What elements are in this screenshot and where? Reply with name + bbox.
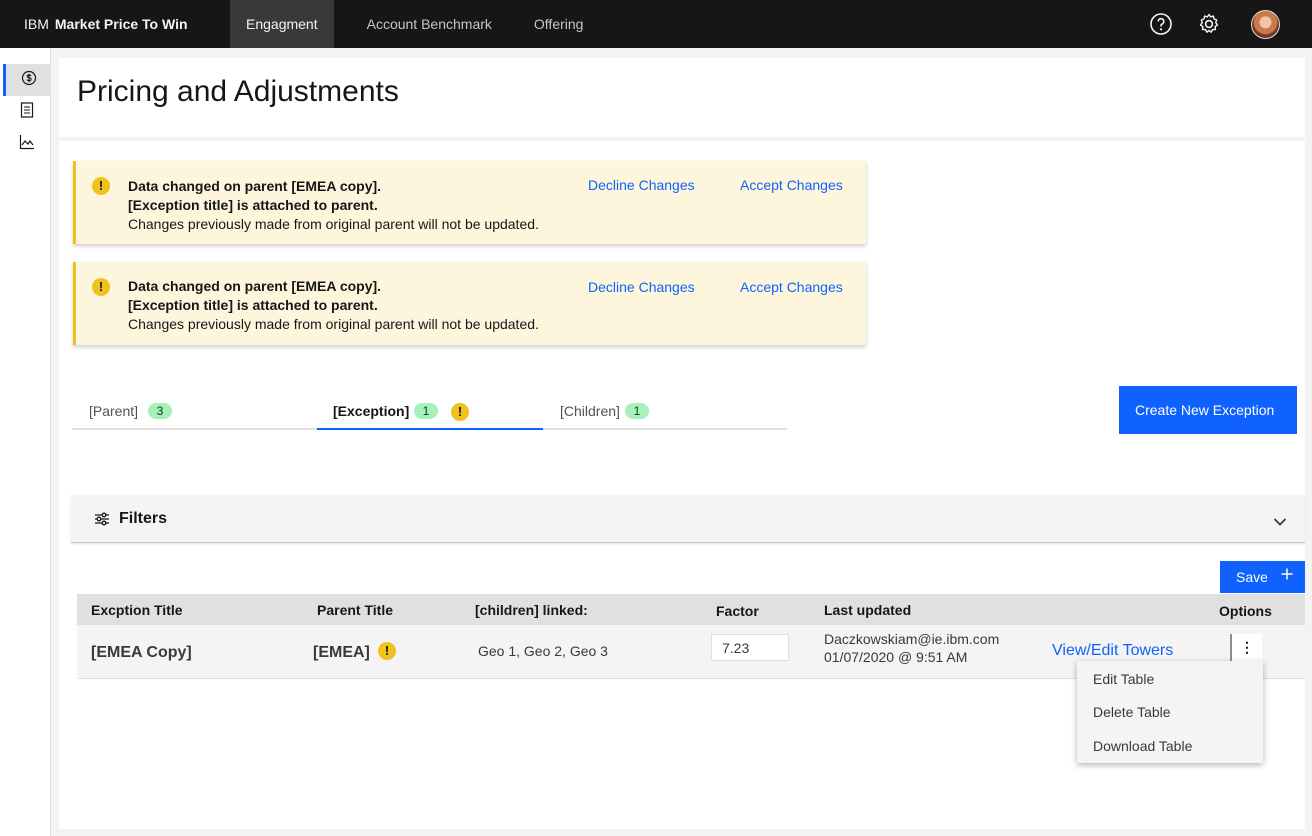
tab-label: [Exception] [333, 403, 410, 419]
nav-engagement[interactable]: Engagment [230, 0, 334, 48]
parent-title-cell: [EMEA] [313, 644, 370, 661]
tab-label: [Children] [560, 403, 620, 419]
brand-prefix: IBM [24, 16, 49, 32]
tab-parent[interactable]: [Parent] 3 [72, 394, 317, 430]
notification-subtitle: [Exception title] is attached to parent. [128, 297, 378, 313]
nav-offering[interactable]: Offering [518, 0, 600, 48]
exception-title-cell: [EMEA Copy] [91, 644, 192, 661]
column-header[interactable]: [children] linked: [475, 602, 588, 618]
save-button[interactable]: Save [1220, 561, 1305, 593]
notification-text: Data changed on parent [EMEA copy]. [Exc… [128, 177, 539, 234]
decline-changes-link[interactable]: Decline Changes [588, 177, 695, 193]
save-button-label: Save [1236, 569, 1268, 585]
warning-icon: ! [378, 642, 396, 660]
warning-notification: ! Data changed on parent [EMEA copy]. [E… [73, 161, 866, 244]
tab-exception[interactable]: [Exception] 1 ! [317, 394, 543, 430]
rail-analytics-button[interactable] [3, 128, 51, 160]
count-tag: 3 [148, 403, 172, 419]
overflow-menu-vertical-icon: ⋮ [1240, 639, 1254, 655]
accept-changes-link[interactable]: Accept Changes [740, 279, 843, 295]
menu-item-edit-table[interactable]: Edit Table [1093, 671, 1154, 687]
menu-item-delete-table[interactable]: Delete Table [1093, 704, 1171, 720]
nav-account-benchmark[interactable]: Account Benchmark [351, 0, 508, 48]
factor-input[interactable] [711, 634, 789, 661]
view-edit-towers-link[interactable]: View/Edit Towers [1052, 642, 1173, 660]
count-tag: 1 [625, 403, 649, 419]
options-dropdown-menu: Edit Table Delete Table Download Table [1077, 661, 1263, 763]
column-header[interactable]: Excption Title [91, 602, 183, 618]
count-tag: 1 [414, 403, 438, 419]
filters-accordion[interactable]: Filters [71, 495, 1305, 543]
app-brand[interactable]: IBM Market Price To Win [24, 0, 188, 48]
page-title: Pricing and Adjustments [77, 75, 399, 108]
notification-title: Data changed on parent [EMEA copy]. [128, 178, 382, 194]
help-icon[interactable] [1149, 12, 1173, 36]
tab-label: [Parent] [89, 403, 139, 419]
currency-icon [21, 70, 37, 91]
document-list-icon [20, 101, 34, 123]
notification-body: Changes previously made from original pa… [128, 316, 539, 332]
last-updated-time: 01/07/2020 @ 9:51 AM [824, 649, 968, 665]
menu-item-download-table[interactable]: Download Table [1093, 738, 1192, 754]
user-avatar[interactable] [1251, 10, 1280, 39]
decline-changes-link[interactable]: Decline Changes [588, 279, 695, 295]
top-nav: Engagment Account Benchmark Offering [230, 0, 599, 48]
warning-icon: ! [451, 403, 469, 421]
side-rail [0, 48, 51, 836]
notification-body: Changes previously made from original pa… [128, 216, 539, 232]
relation-tabs: [Parent] 3 [Exception] 1 ! [Children] 1 [72, 394, 787, 430]
notification-subtitle: [Exception title] is attached to parent. [128, 197, 378, 213]
create-new-exception-button[interactable]: Create New Exception [1119, 386, 1297, 434]
brand-name: Market Price To Win [54, 16, 188, 32]
top-header: IBM Market Price To Win Engagment Account… [0, 0, 1312, 48]
rail-documents-button[interactable] [3, 96, 51, 128]
rail-pricing-button[interactable] [3, 64, 51, 96]
column-header[interactable]: Options [1219, 603, 1272, 619]
filters-title: Filters [119, 510, 168, 527]
last-updated-user: Daczkowskiam@ie.ibm.com [824, 631, 1000, 647]
chevron-down-icon[interactable] [1273, 514, 1287, 532]
notification-text: Data changed on parent [EMEA copy]. [Exc… [128, 277, 539, 334]
warning-icon: ! [92, 278, 110, 296]
column-header[interactable]: Factor [716, 603, 759, 619]
warning-notification: ! Data changed on parent [EMEA copy]. [E… [73, 262, 866, 345]
children-linked-cell: Geo 1, Geo 2, Geo 3 [478, 643, 608, 659]
filter-sliders-icon [93, 510, 111, 533]
overflow-menu-button[interactable]: ⋮ [1230, 634, 1262, 661]
tab-children[interactable]: [Children] 1 [543, 394, 787, 430]
warning-icon: ! [92, 177, 110, 195]
add-icon [1280, 567, 1294, 584]
column-header[interactable]: Parent Title [317, 602, 393, 618]
accept-changes-link[interactable]: Accept Changes [740, 177, 843, 193]
table-header: Excption Title Parent Title [children] l… [77, 594, 1305, 625]
page-header: Pricing and Adjustments [59, 58, 1305, 137]
line-chart-icon [19, 134, 35, 155]
settings-gear-icon[interactable] [1197, 12, 1221, 36]
notification-title: Data changed on parent [EMEA copy]. [128, 278, 382, 294]
column-header[interactable]: Last updated [824, 602, 911, 618]
